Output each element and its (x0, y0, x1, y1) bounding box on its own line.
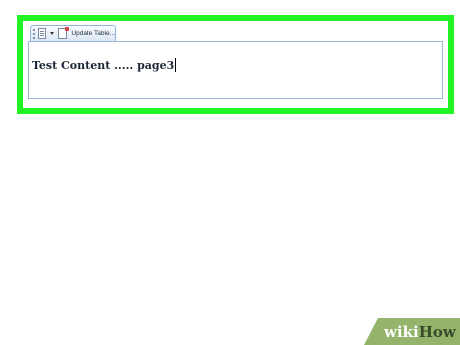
drag-grip-icon[interactable] (33, 28, 36, 39)
wikihow-how-text: How (418, 322, 456, 341)
toc-entry-text: Test Content ..... page3 (32, 58, 175, 72)
document-icon[interactable] (37, 28, 47, 39)
wikihow-watermark: wiki How (364, 318, 460, 345)
update-table-button[interactable]: Update Table... (71, 30, 115, 37)
chevron-down-icon[interactable] (50, 32, 55, 35)
table-of-contents-control[interactable]: Update Table... Test Content ..... page3 (23, 21, 448, 108)
toc-toolbar-tab[interactable]: Update Table... (30, 25, 116, 41)
wikihow-wiki-text: wiki (384, 322, 419, 341)
toc-entry[interactable]: Test Content ..... page3 (32, 58, 177, 72)
toc-content-box[interactable]: Test Content ..... page3 (28, 41, 443, 99)
text-cursor (175, 58, 177, 72)
update-table-icon[interactable] (58, 27, 70, 39)
